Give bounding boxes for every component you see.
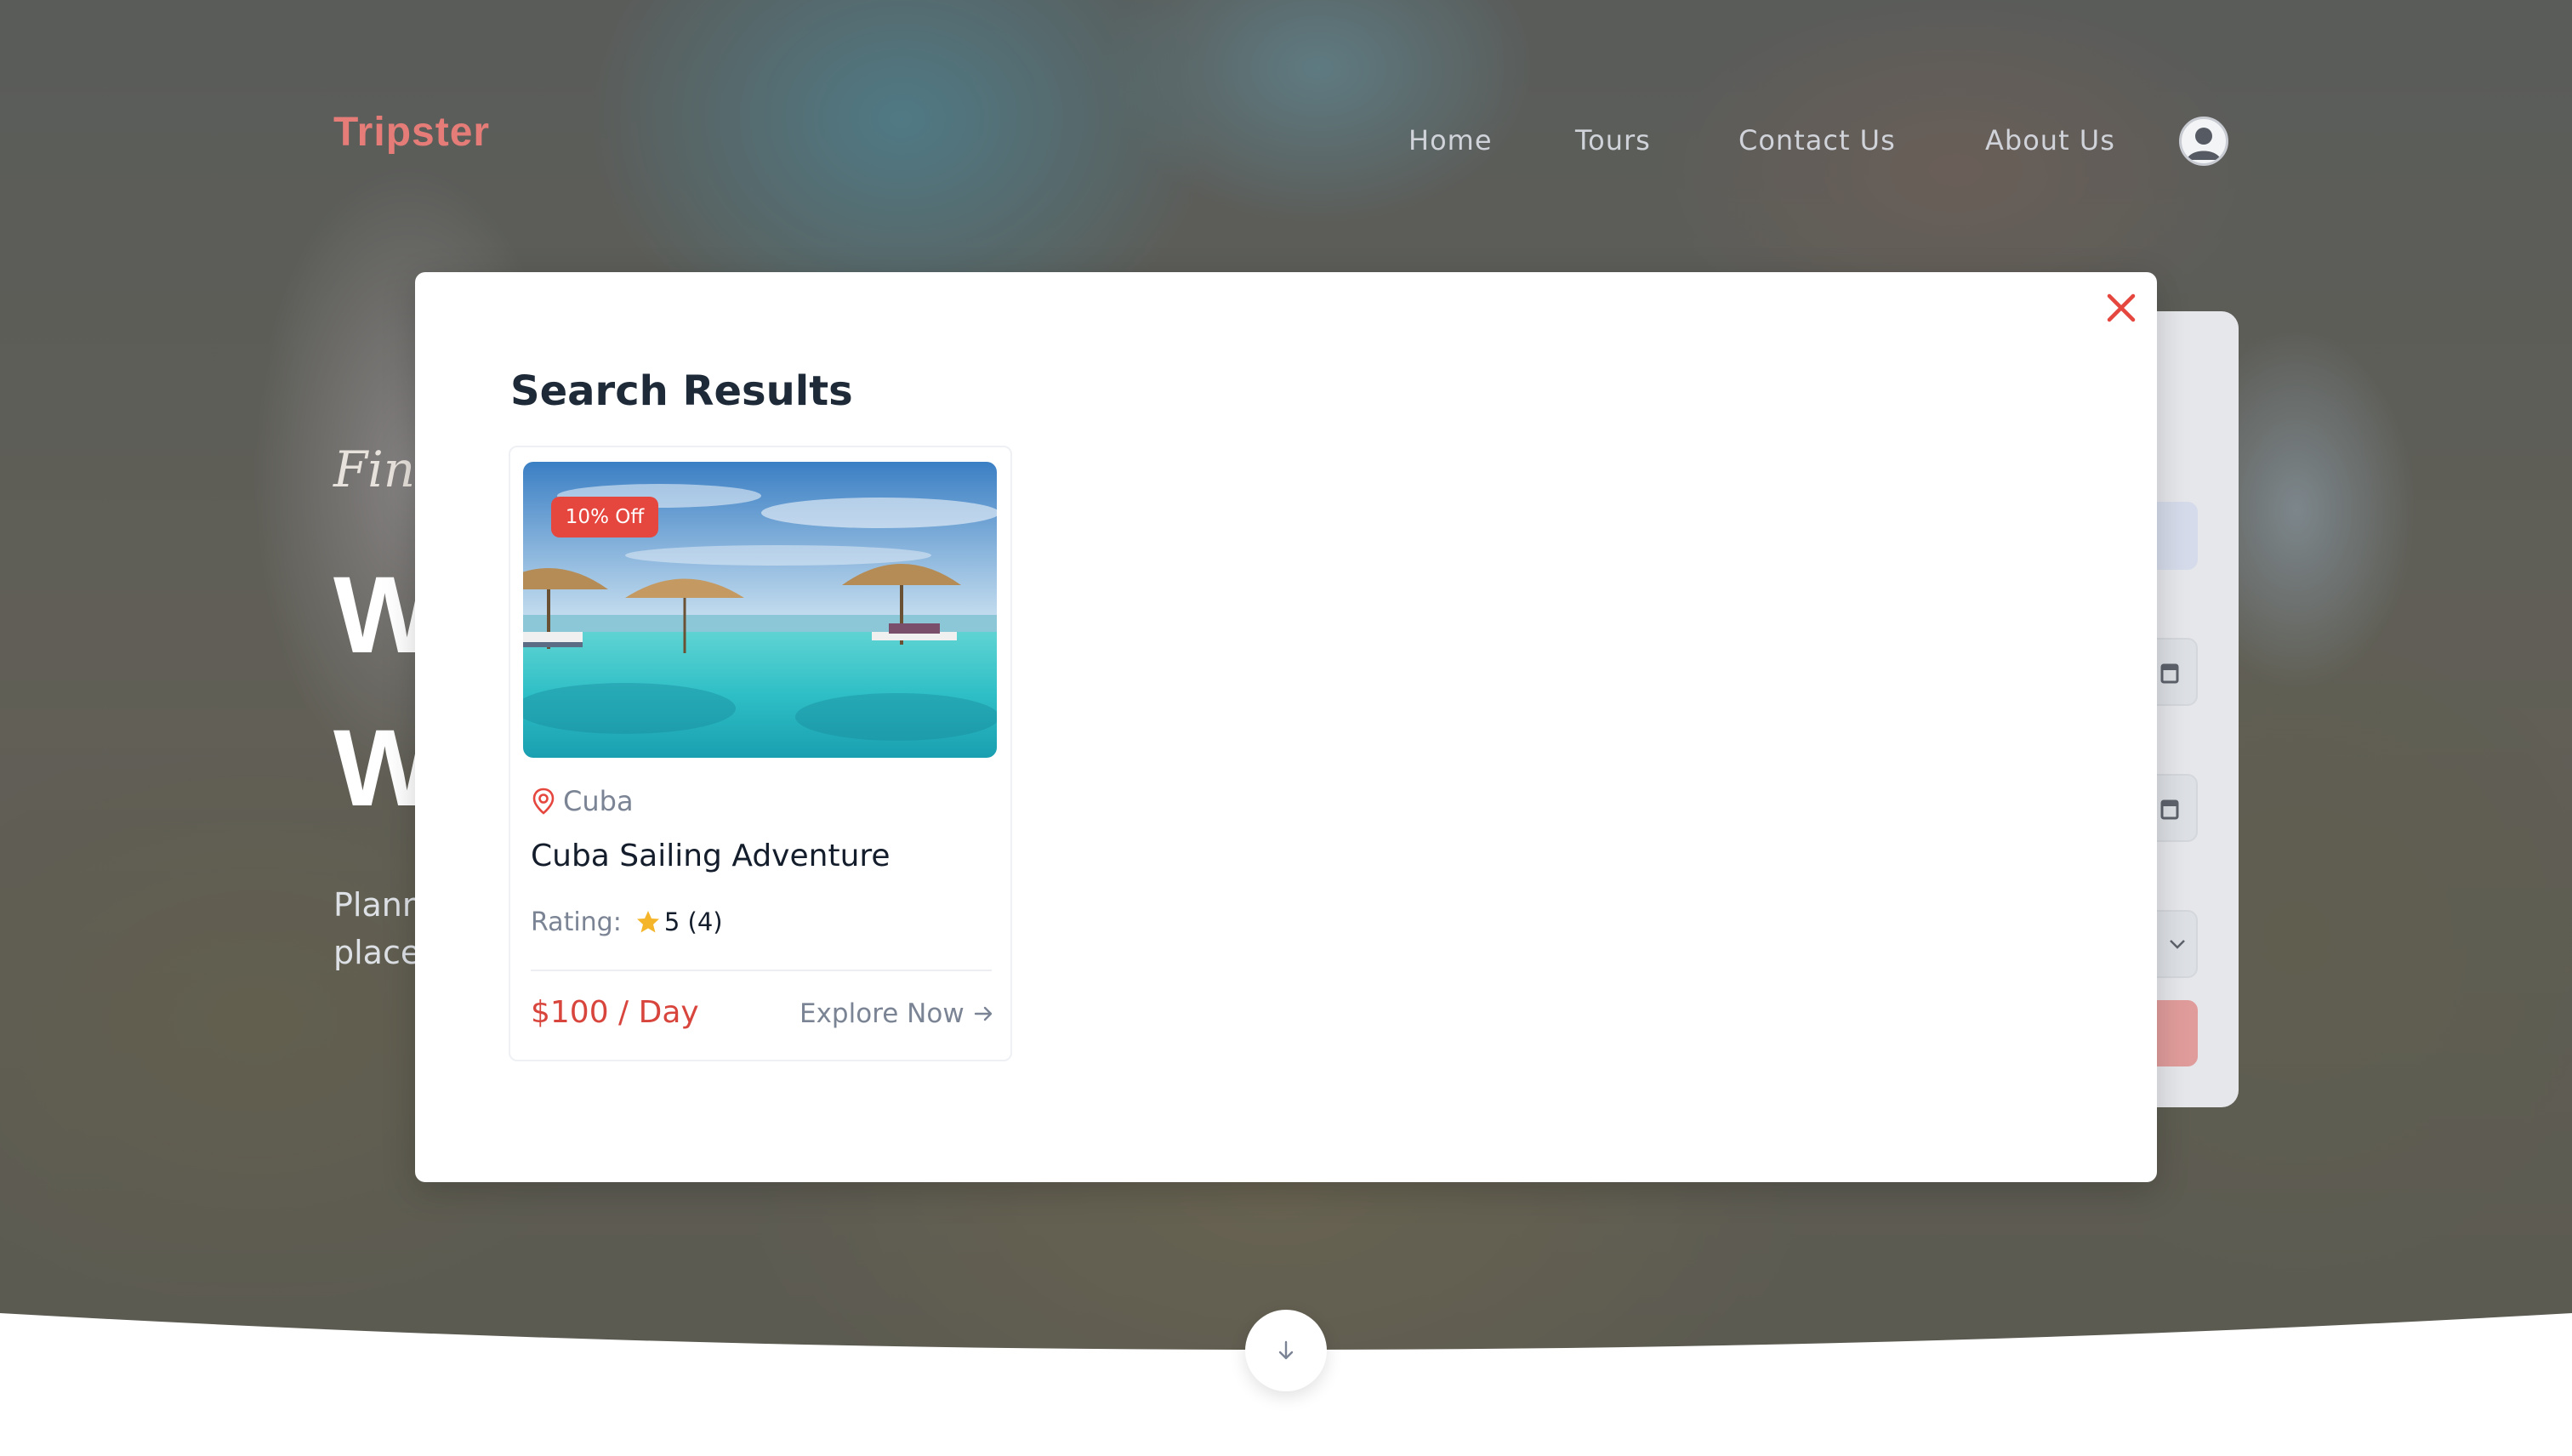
profile-avatar[interactable] (2179, 117, 2228, 166)
tour-rating: Rating: 5 (4) (531, 905, 723, 939)
card-divider (531, 970, 992, 971)
rating-value: 5 (4) (663, 907, 723, 936)
nav-tours-link[interactable]: Tours (1575, 124, 1651, 156)
scroll-down-button[interactable] (1245, 1310, 1327, 1391)
close-icon (2107, 293, 2136, 322)
tour-location-text: Cuba (563, 785, 634, 817)
star-icon (636, 911, 659, 933)
discount-badge: 10% Off (551, 497, 658, 537)
brand-logo[interactable]: Tripster (333, 109, 490, 156)
chevron-down-icon (2170, 940, 2185, 949)
nav-about-link[interactable]: About Us (1985, 124, 2115, 156)
arrow-down-icon (1278, 1340, 1294, 1360)
explore-now-label[interactable]: Explore Now (799, 998, 964, 1029)
arrow-right-icon (974, 1006, 992, 1021)
rating-label: Rating: (531, 907, 622, 937)
modal-close-button[interactable] (2101, 287, 2142, 328)
calendar-icon (2160, 663, 2179, 684)
tour-price: $100 / Day (531, 995, 699, 1030)
calendar-icon (2160, 799, 2179, 820)
user-circle-icon (2187, 128, 2221, 160)
tour-title[interactable]: Cuba Sailing Adventure (531, 839, 891, 873)
nav-contact-link[interactable]: Contact Us (1738, 124, 1896, 156)
nav-home-link[interactable]: Home (1408, 124, 1493, 156)
explore-now-link[interactable]: Explore Now (799, 998, 995, 1029)
tour-location: Cuba (531, 784, 634, 818)
map-pin-icon (532, 788, 555, 815)
hero-description-line2: place (333, 934, 421, 971)
modal-title: Search Results (510, 367, 853, 415)
hero-description-line1: Plann (333, 886, 423, 924)
